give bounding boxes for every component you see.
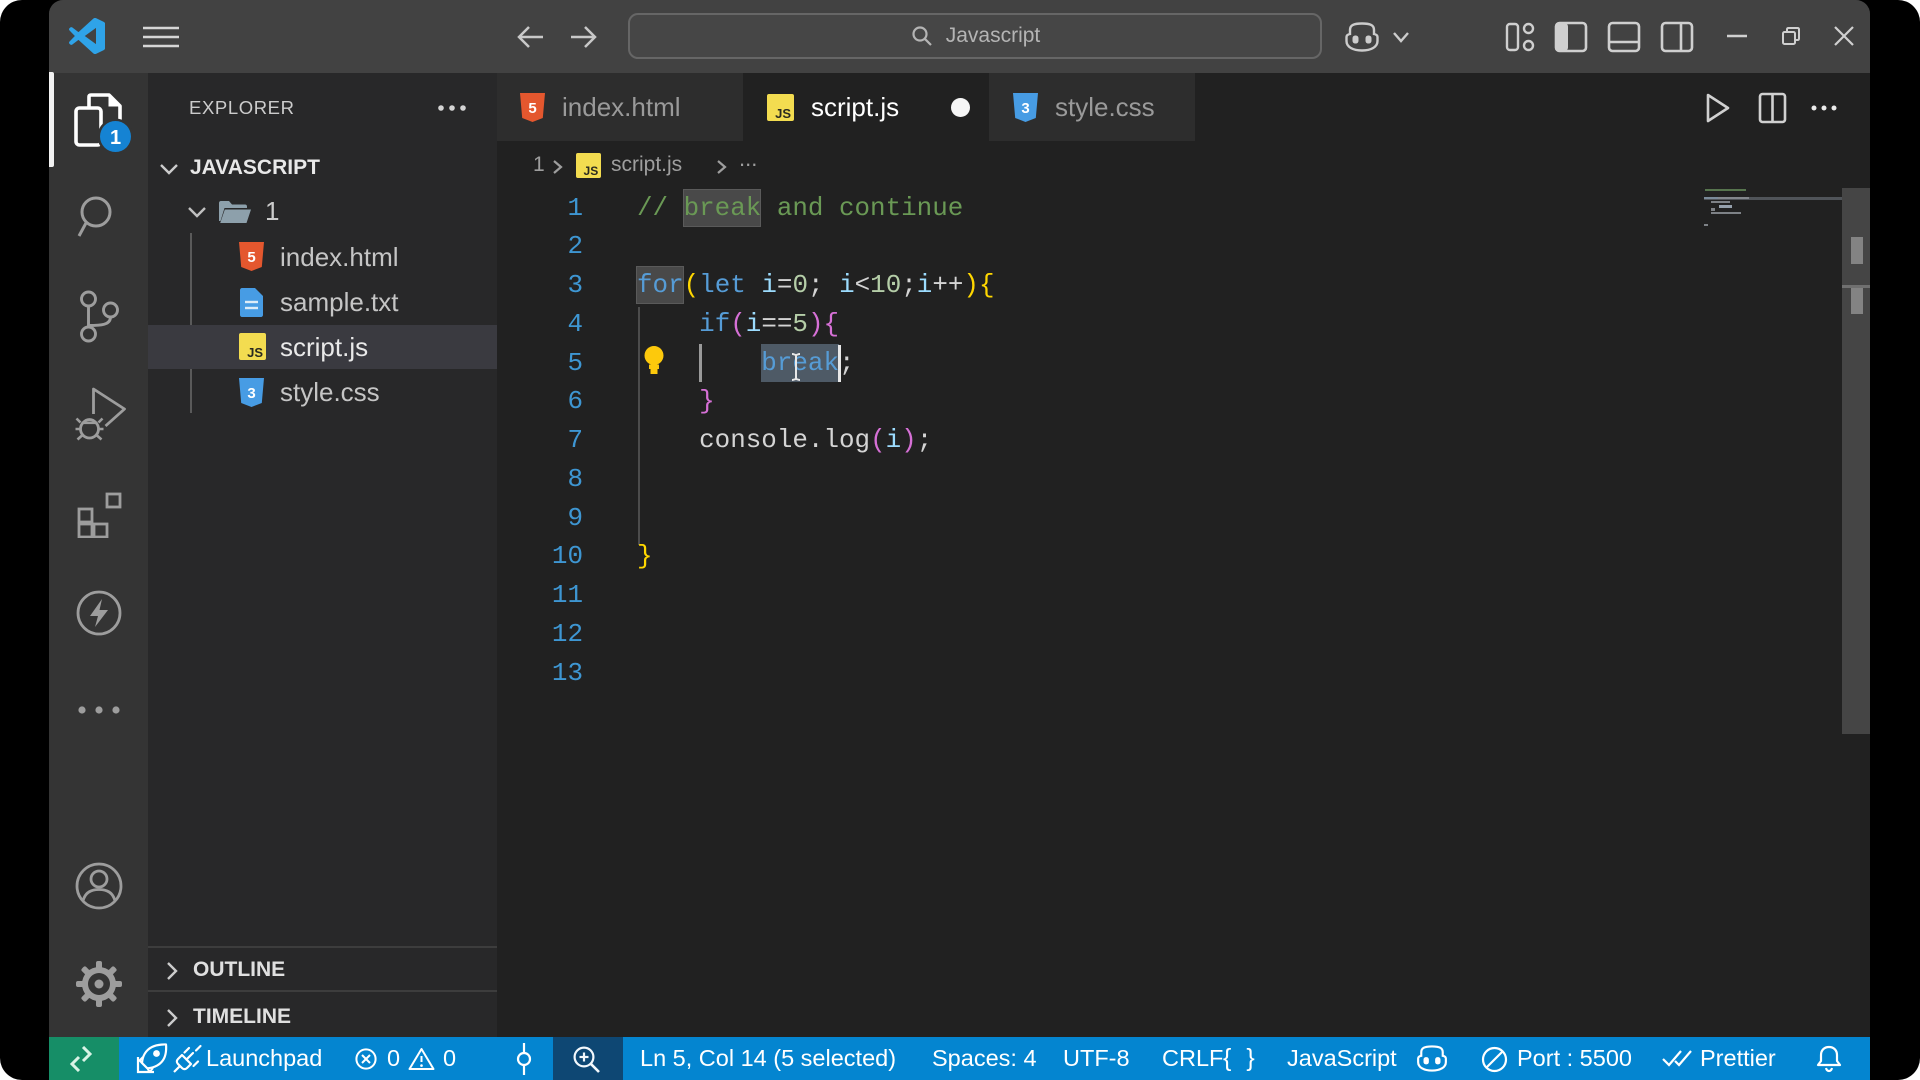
svg-text:1: 1 [110,127,121,149]
svg-text:3: 3 [247,385,255,402]
svg-text:3: 3 [1021,100,1029,117]
svg-text:JS: JS [584,164,599,178]
svg-text:5: 5 [247,249,255,266]
svg-text:JS: JS [247,345,263,360]
svg-text:JS: JS [775,106,791,121]
svg-text:5: 5 [528,100,536,117]
